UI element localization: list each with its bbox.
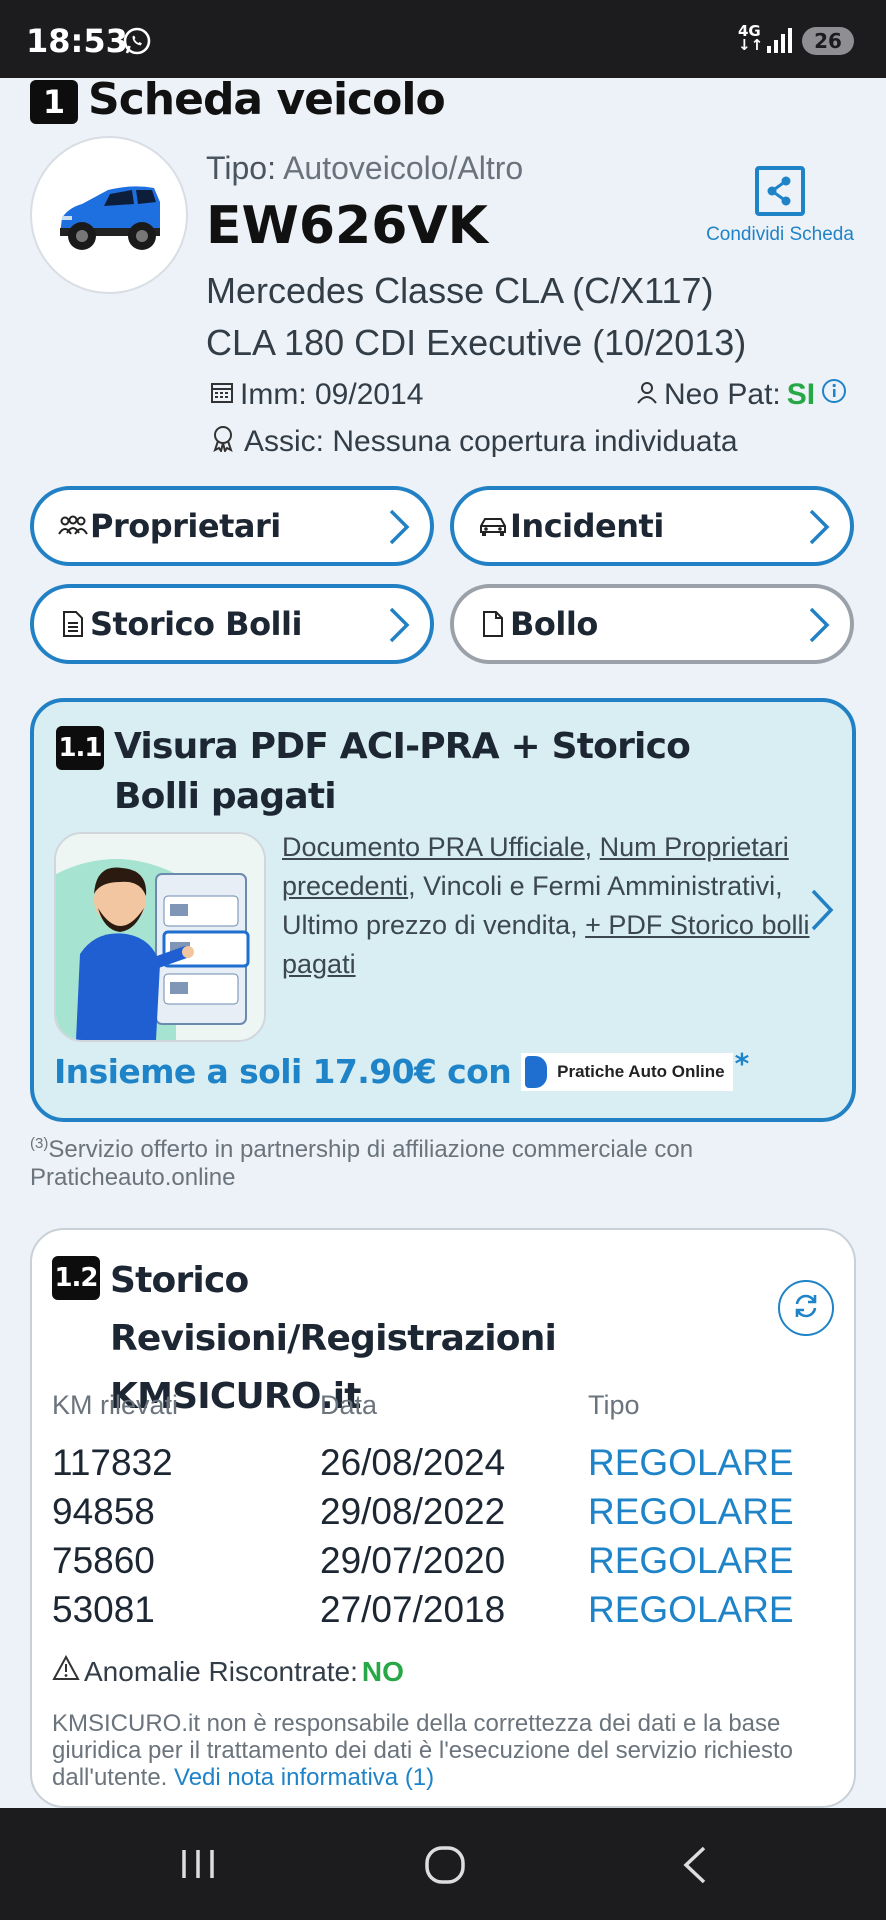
battery-indicator: 26 <box>802 27 854 55</box>
pratiche-auto-logo: Pratiche Auto Online <box>521 1052 733 1091</box>
share-button[interactable]: Condividi Scheda <box>700 166 860 246</box>
chevron-right-icon <box>810 888 834 937</box>
person-icon <box>636 378 658 412</box>
status-bar: 18:53 4G ↓↑ 26 <box>0 0 886 78</box>
visura-card[interactable]: 1.1 Visura PDF ACI-PRA + Storico Bolli p… <box>30 698 856 1122</box>
neo-pat-value: SI <box>786 378 816 411</box>
license-plate: EW626VK <box>206 196 488 256</box>
visura-title: Visura PDF ACI-PRA + Storico Bolli pagat… <box>114 726 691 817</box>
back-icon[interactable] <box>676 1844 716 1891</box>
document-icon <box>478 610 508 638</box>
type-cell: REGOLARE <box>588 1540 794 1581</box>
section-number-badge: 1.2 <box>52 1256 100 1300</box>
chevron-right-icon <box>388 606 410 649</box>
anomalies-value: NO <box>361 1655 404 1687</box>
storico-bolli-button[interactable]: Storico Bolli <box>30 584 434 664</box>
link-documento-pra[interactable]: Documento PRA Ufficiale <box>282 832 585 862</box>
info-icon[interactable] <box>821 378 847 412</box>
section-number-badge: 1 <box>30 80 78 124</box>
visura-description: Documento PRA Ufficiale, Num Proprietari… <box>282 832 810 979</box>
whatsapp-icon <box>122 26 152 61</box>
type-cell: REGOLARE <box>588 1589 794 1630</box>
km-cell: 94858 <box>52 1491 155 1532</box>
signal-icon <box>766 26 794 59</box>
people-icon <box>58 514 88 538</box>
page-title: Scheda veicolo <box>88 74 446 125</box>
refresh-icon <box>791 1291 821 1326</box>
km-cell: 75860 <box>52 1540 155 1581</box>
warning-icon <box>52 1654 80 1688</box>
vehicle-type: Tipo: Autoveicolo/Altro <box>206 150 524 186</box>
car-image <box>30 136 188 294</box>
network-type: 4G ↓↑ <box>738 22 764 54</box>
type-cell: REGOLARE <box>588 1491 794 1532</box>
kmsicuro-card: 1.2 Storico Revisioni/Registrazioni KMSI… <box>30 1228 856 1808</box>
document-text-icon <box>58 610 88 638</box>
refresh-button[interactable] <box>778 1280 834 1336</box>
calendar-icon <box>210 378 234 412</box>
column-header-data: Data <box>320 1390 378 1420</box>
recent-apps-icon[interactable] <box>178 1844 218 1889</box>
proprietari-button[interactable]: Proprietari <box>30 486 434 566</box>
share-icon <box>755 166 805 216</box>
share-label: Condividi Scheda <box>706 224 854 245</box>
chevron-right-icon <box>808 508 830 551</box>
chevron-right-icon <box>388 508 410 551</box>
km-cell: 53081 <box>52 1589 155 1630</box>
home-icon[interactable] <box>424 1844 466 1891</box>
nota-informativa-link[interactable]: Vedi nota informativa (1) <box>174 1764 434 1791</box>
model-name: Mercedes Classe CLA (C/X117) <box>206 270 714 311</box>
neo-patentato: Neo Pat: SI <box>636 378 847 412</box>
visura-illustration <box>54 832 266 1042</box>
section-number-badge: 1.1 <box>56 726 104 770</box>
bollo-button[interactable]: Bollo <box>450 584 854 664</box>
system-nav-bar <box>0 1808 886 1920</box>
car-icon <box>478 514 508 538</box>
insurance-status: Assic: Nessuna copertura individuata <box>210 424 738 460</box>
anomalies-status: Anomalie Riscontrate: NO <box>52 1654 404 1688</box>
registration-date: Imm: 09/2014 <box>210 378 423 412</box>
model-version: CLA 180 CDI Executive (10/2013) <box>206 322 747 363</box>
award-icon <box>210 424 236 460</box>
visura-price: Insieme a soli 17.90€ con Pratiche Auto … <box>54 1047 749 1091</box>
column-header-tipo: Tipo <box>588 1390 640 1420</box>
km-cell: 117832 <box>52 1442 173 1483</box>
partnership-note: (3)Servizio offerto in partnership di af… <box>30 1135 694 1191</box>
date-cell: 29/07/2020 <box>320 1540 506 1581</box>
date-cell: 29/08/2022 <box>320 1491 506 1532</box>
type-cell: REGOLARE <box>588 1442 794 1483</box>
date-cell: 26/08/2024 <box>320 1442 506 1483</box>
status-time: 18:53 <box>26 22 128 60</box>
incidenti-button[interactable]: Incidenti <box>450 486 854 566</box>
chevron-right-icon <box>808 606 830 649</box>
kmsicuro-disclaimer: KMSICURO.it non è responsabile della cor… <box>52 1710 793 1791</box>
date-cell: 27/07/2018 <box>320 1589 506 1630</box>
column-header-km: KM rilevati <box>52 1390 179 1420</box>
